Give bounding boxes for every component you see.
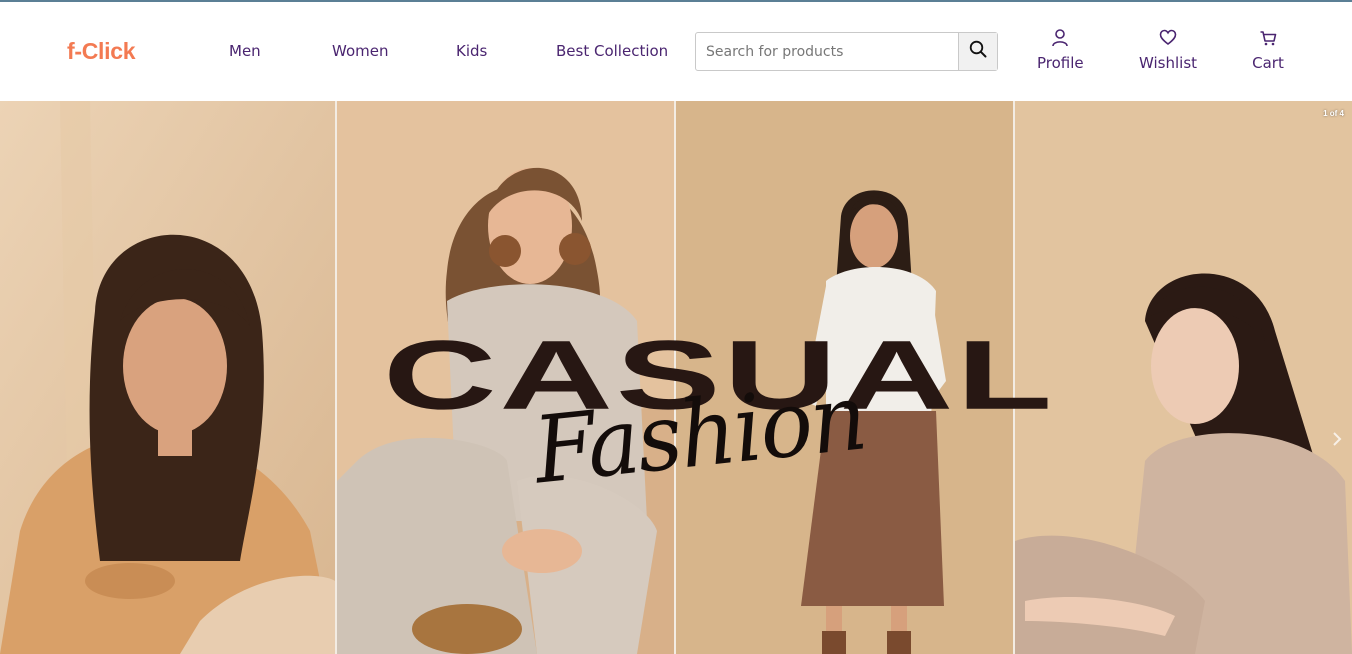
cart-label: Cart <box>1252 54 1284 72</box>
heart-icon <box>1139 28 1197 48</box>
search-icon <box>969 40 987 63</box>
hero-photo-1 <box>0 101 335 654</box>
profile-label: Profile <box>1037 54 1084 72</box>
profile-button[interactable]: Profile <box>1037 28 1084 72</box>
chevron-right-icon[interactable] <box>1332 431 1342 452</box>
wishlist-label: Wishlist <box>1139 54 1198 72</box>
wishlist-button[interactable]: Wishlist <box>1139 28 1197 72</box>
user-icon <box>1037 28 1083 48</box>
cart-icon <box>1251 28 1285 48</box>
search-bar <box>695 32 998 71</box>
site-header: f-Click Men Women Kids Best Collection P… <box>0 2 1352 101</box>
nav-link-best-collection[interactable]: Best Collection <box>556 42 668 60</box>
slide-counter: 1 of 4 <box>1323 109 1344 118</box>
nav-link-women[interactable]: Women <box>332 42 388 60</box>
nav-link-men[interactable]: Men <box>229 42 261 60</box>
hero-banner[interactable]: CASUAL Fashion 1 of 4 <box>0 101 1352 654</box>
search-button[interactable] <box>958 33 997 70</box>
brand-logo[interactable]: f-Click <box>67 38 136 65</box>
cart-button[interactable]: Cart <box>1251 28 1285 72</box>
hero-photo-4 <box>1015 101 1352 654</box>
nav-link-kids[interactable]: Kids <box>456 42 487 60</box>
search-input[interactable] <box>696 33 959 70</box>
